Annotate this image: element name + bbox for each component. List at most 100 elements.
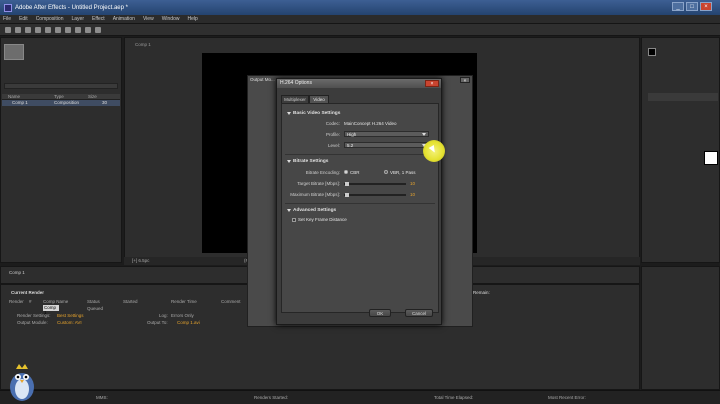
current-render-label: Current Render	[11, 290, 45, 295]
vbr-label: VBR, 1 Pass	[390, 170, 416, 175]
menu-layer[interactable]: Layer	[71, 16, 84, 22]
comp-magnification[interactable]: [+] 6.5pc	[132, 258, 149, 263]
menu-help[interactable]: Help	[187, 16, 197, 22]
col-comp-name[interactable]: Comp Name	[43, 299, 68, 304]
status-mms: MMS:	[96, 395, 108, 400]
render-item-status: Queued	[87, 306, 104, 311]
swatch-icon	[648, 48, 656, 56]
dialog-close-icon[interactable]: ×	[425, 80, 439, 87]
remain-label: Remain:	[473, 290, 490, 295]
log-label: Log:	[159, 313, 168, 318]
tools-toolbar	[0, 24, 720, 36]
cbr-label: CBR	[350, 170, 360, 175]
target-bitrate-value[interactable]: 10	[410, 181, 415, 186]
codec-value: MainConcept H.264 Video	[344, 121, 397, 126]
tab-multiplexer[interactable]: Multiplexer	[281, 95, 309, 103]
max-bitrate-slider[interactable]	[344, 193, 406, 197]
text-tool-icon[interactable]	[75, 27, 81, 33]
menu-composition[interactable]: Composition	[36, 16, 64, 22]
menu-bar: File Edit Composition Layer Effect Anima…	[0, 15, 720, 24]
output-module-label: Output Module:	[17, 320, 48, 325]
menu-window[interactable]: Window	[162, 16, 180, 22]
minimize-button[interactable]: _	[672, 2, 684, 11]
dialog-title: H.264 Options	[280, 80, 312, 86]
basic-video-settings-header: Basic Video Settings	[293, 111, 341, 116]
advanced-collapse-icon[interactable]	[287, 209, 291, 212]
project-search-input[interactable]	[4, 83, 118, 89]
col-render[interactable]: Render	[9, 299, 24, 304]
col-started[interactable]: Started	[123, 299, 138, 304]
close-button[interactable]: ×	[700, 2, 712, 11]
output-module-title: Output Mo...	[250, 77, 275, 82]
project-item-row[interactable]: Comp 1 Composition 30	[2, 100, 120, 106]
cancel-button[interactable]: Cancel	[405, 309, 433, 317]
profile-dropdown[interactable]: High	[344, 131, 429, 137]
col-number[interactable]: #	[29, 299, 32, 304]
color-swatch-icon[interactable]	[704, 151, 718, 165]
target-bitrate-label: Target Bitrate [Mbps]:	[297, 181, 340, 186]
output-module-value[interactable]: Custom: AVI	[57, 320, 82, 325]
rotate-tool-icon[interactable]	[35, 27, 41, 33]
brush-tool-icon[interactable]	[85, 27, 91, 33]
comp-tab[interactable]: Comp 1	[135, 42, 151, 48]
max-bitrate-value[interactable]: 10	[410, 192, 415, 197]
target-bitrate-slider[interactable]	[344, 182, 406, 186]
cbr-radio[interactable]	[344, 170, 348, 174]
status-renders-started: Renders Started:	[254, 395, 289, 400]
menu-effect[interactable]: Effect	[92, 16, 105, 22]
pen-tool-icon[interactable]	[65, 27, 71, 33]
menu-edit[interactable]: Edit	[19, 16, 28, 22]
maximize-button[interactable]: □	[686, 2, 698, 11]
camera-tool-icon[interactable]	[45, 27, 51, 33]
pan-behind-tool-icon[interactable]	[55, 27, 61, 33]
hand-tool-icon[interactable]	[15, 27, 21, 33]
keyframe-distance-checkbox[interactable]	[292, 218, 296, 222]
title-bar: Adobe After Effects - Untitled Project.a…	[0, 0, 720, 15]
project-item-size: 30	[102, 100, 108, 105]
level-dropdown[interactable]: 5.2	[344, 142, 429, 148]
target-bitrate-knob[interactable]	[345, 182, 349, 186]
basic-collapse-icon[interactable]	[287, 112, 291, 115]
dialog-title-bar: H.264 Options	[277, 79, 441, 88]
video-settings-area: Basic Video Settings Codec: MainConcept …	[281, 103, 439, 313]
menu-file[interactable]: File	[3, 16, 11, 22]
divider	[285, 154, 435, 155]
bitrate-settings-header: Bitrate Settings	[293, 159, 329, 164]
vbr-radio[interactable]	[384, 170, 388, 174]
output-to-value[interactable]: Comp 1.avi	[177, 320, 200, 325]
log-value[interactable]: Errors Only	[171, 313, 194, 318]
eraser-tool-icon[interactable]	[95, 27, 101, 33]
paragraph-panel	[641, 266, 720, 390]
max-bitrate-knob[interactable]	[345, 193, 349, 197]
project-item-name: Comp 1	[12, 100, 28, 105]
output-module-close-icon[interactable]: ×	[460, 77, 470, 83]
info-panel	[641, 37, 720, 263]
bitrate-collapse-icon[interactable]	[287, 160, 291, 163]
preview-controls[interactable]	[648, 93, 718, 101]
col-comment[interactable]: Comment	[221, 299, 241, 304]
ok-button[interactable]: OK	[369, 309, 391, 317]
output-to-label: Output To:	[147, 320, 168, 325]
window-title: Adobe After Effects - Untitled Project.a…	[15, 4, 128, 11]
project-thumbnail	[4, 44, 24, 60]
bitrate-encoding-label: Bitrate Encoding:	[305, 170, 340, 175]
render-settings-value[interactable]: Best Settings	[57, 313, 84, 318]
advanced-settings-header: Advanced Settings	[293, 208, 337, 213]
selection-tool-icon[interactable]	[5, 27, 11, 33]
col-status[interactable]: Status	[87, 299, 100, 304]
render-item-comp[interactable]: Comp 1	[43, 305, 59, 315]
zoom-tool-icon[interactable]	[25, 27, 31, 33]
menu-view[interactable]: View	[143, 16, 154, 22]
col-render-time[interactable]: Render Time	[171, 299, 197, 304]
h264-options-dialog: H.264 Options × Multiplexer Video Basic …	[276, 78, 442, 325]
tab-video[interactable]: Video	[309, 95, 329, 103]
timeline-tab[interactable]: Comp 1	[9, 270, 25, 276]
divider	[285, 203, 435, 204]
column-type[interactable]: Type	[54, 94, 64, 99]
column-name[interactable]: Name	[8, 94, 20, 99]
menu-animation[interactable]: Animation	[113, 16, 135, 22]
column-size[interactable]: Size	[88, 94, 97, 99]
after-effects-logo-icon	[4, 3, 12, 12]
status-recent-error: Most Recent Error:	[548, 395, 586, 400]
profile-value: High	[347, 132, 357, 137]
